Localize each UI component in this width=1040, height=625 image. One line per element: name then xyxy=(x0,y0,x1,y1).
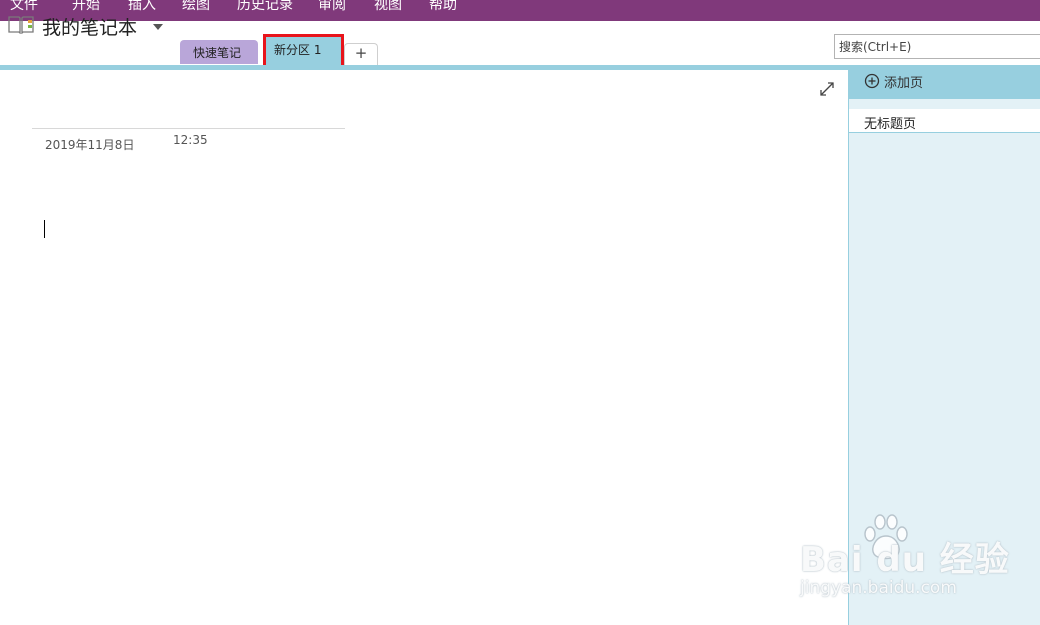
ribbon-tab-insert[interactable]: 插入 xyxy=(128,0,156,14)
ribbon-tab-file[interactable]: 文件 xyxy=(10,0,38,14)
search-input[interactable]: 搜索(Ctrl+E) xyxy=(834,34,1040,59)
page-date: 2019年11月8日 xyxy=(45,138,135,152)
notebook-icon[interactable] xyxy=(8,15,34,34)
tab-quick-notes-label: 快速笔记 xyxy=(193,46,242,60)
ribbon-tab-home[interactable]: 开始 xyxy=(72,0,100,14)
ribbon-bar: 文件 开始 插入 绘图 历史记录 审阅 视图 帮助 xyxy=(0,0,1040,21)
watermark-url: jingyan.baidu.com xyxy=(800,578,957,598)
add-page-label[interactable]: 添加页 xyxy=(884,72,923,91)
add-section-button[interactable]: + xyxy=(344,43,378,65)
ribbon-tab-history[interactable]: 历史记录 xyxy=(237,0,293,14)
ribbon-tab-draw[interactable]: 绘图 xyxy=(182,0,210,14)
page-list-item-label[interactable]: 无标题页 xyxy=(864,113,916,132)
expand-icon[interactable] xyxy=(818,80,836,98)
tab-new-section-1-label: 新分区 1 xyxy=(274,43,322,57)
pane-spacer xyxy=(849,99,1040,109)
chevron-down-icon[interactable] xyxy=(153,24,163,30)
page-time: 12:35 xyxy=(173,133,208,147)
ribbon-tab-help[interactable]: 帮助 xyxy=(429,0,457,14)
plus-circle-icon[interactable] xyxy=(864,73,880,89)
ribbon-tab-view[interactable]: 视图 xyxy=(374,0,402,14)
text-cursor xyxy=(44,220,45,238)
tab-new-section-1[interactable]: 新分区 1 xyxy=(264,35,342,66)
page-canvas[interactable] xyxy=(0,70,848,625)
tab-quick-notes[interactable]: 快速笔记 xyxy=(180,40,258,64)
add-section-label: + xyxy=(354,44,368,62)
search-placeholder: 搜索(Ctrl+E) xyxy=(839,40,912,54)
ribbon-tab-review[interactable]: 审阅 xyxy=(318,0,346,14)
watermark-brand: Bai du 经验 xyxy=(800,540,1010,580)
notebook-name[interactable]: 我的笔记本 xyxy=(42,13,137,40)
page-title-field[interactable] xyxy=(32,128,345,129)
